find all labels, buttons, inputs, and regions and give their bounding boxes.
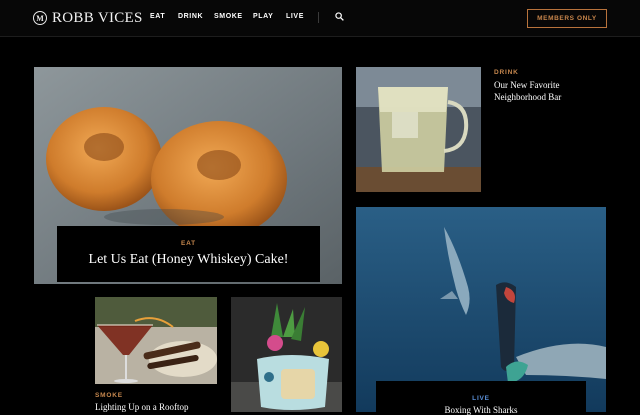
article-image-rooftop-cigar[interactable] <box>95 297 217 384</box>
nav-divider <box>318 12 319 23</box>
top-navigation-bar: M ROBB VICES EAT DRINK SMOKE PLAY LIVE M… <box>0 0 640 37</box>
search-icon[interactable] <box>335 12 344 21</box>
article-caption-eat: EAT Let Us Eat (Honey Whiskey) Cake! <box>57 226 320 282</box>
nav-item-smoke[interactable]: SMOKE <box>214 13 243 20</box>
article-headline[interactable]: Lighting Up on a Rooftop <box>95 402 217 413</box>
nav-item-live[interactable]: LIVE <box>286 13 304 20</box>
article-image-neighborhood-bar[interactable] <box>356 67 481 192</box>
article-headline[interactable]: Let Us Eat (Honey Whiskey) Cake! <box>57 252 320 268</box>
article-category[interactable]: LIVE <box>376 395 586 402</box>
article-category[interactable]: EAT <box>57 240 320 247</box>
article-headline[interactable]: Our New Favorite Neighborhood Bar <box>494 79 584 103</box>
article-category[interactable]: DRINK <box>494 69 519 76</box>
nav-item-eat[interactable]: EAT <box>150 13 165 20</box>
article-caption-live: LIVE Boxing With Sharks <box>376 381 586 415</box>
members-only-button[interactable]: MEMBERS ONLY <box>527 9 607 28</box>
article-headline[interactable]: Boxing With Sharks <box>376 405 586 415</box>
article-category[interactable]: SMOKE <box>95 392 123 399</box>
nav-item-play[interactable]: PLAY <box>253 13 273 20</box>
nav-item-drink[interactable]: DRINK <box>178 13 203 20</box>
article-image-tiki-cocktail[interactable] <box>231 297 342 412</box>
